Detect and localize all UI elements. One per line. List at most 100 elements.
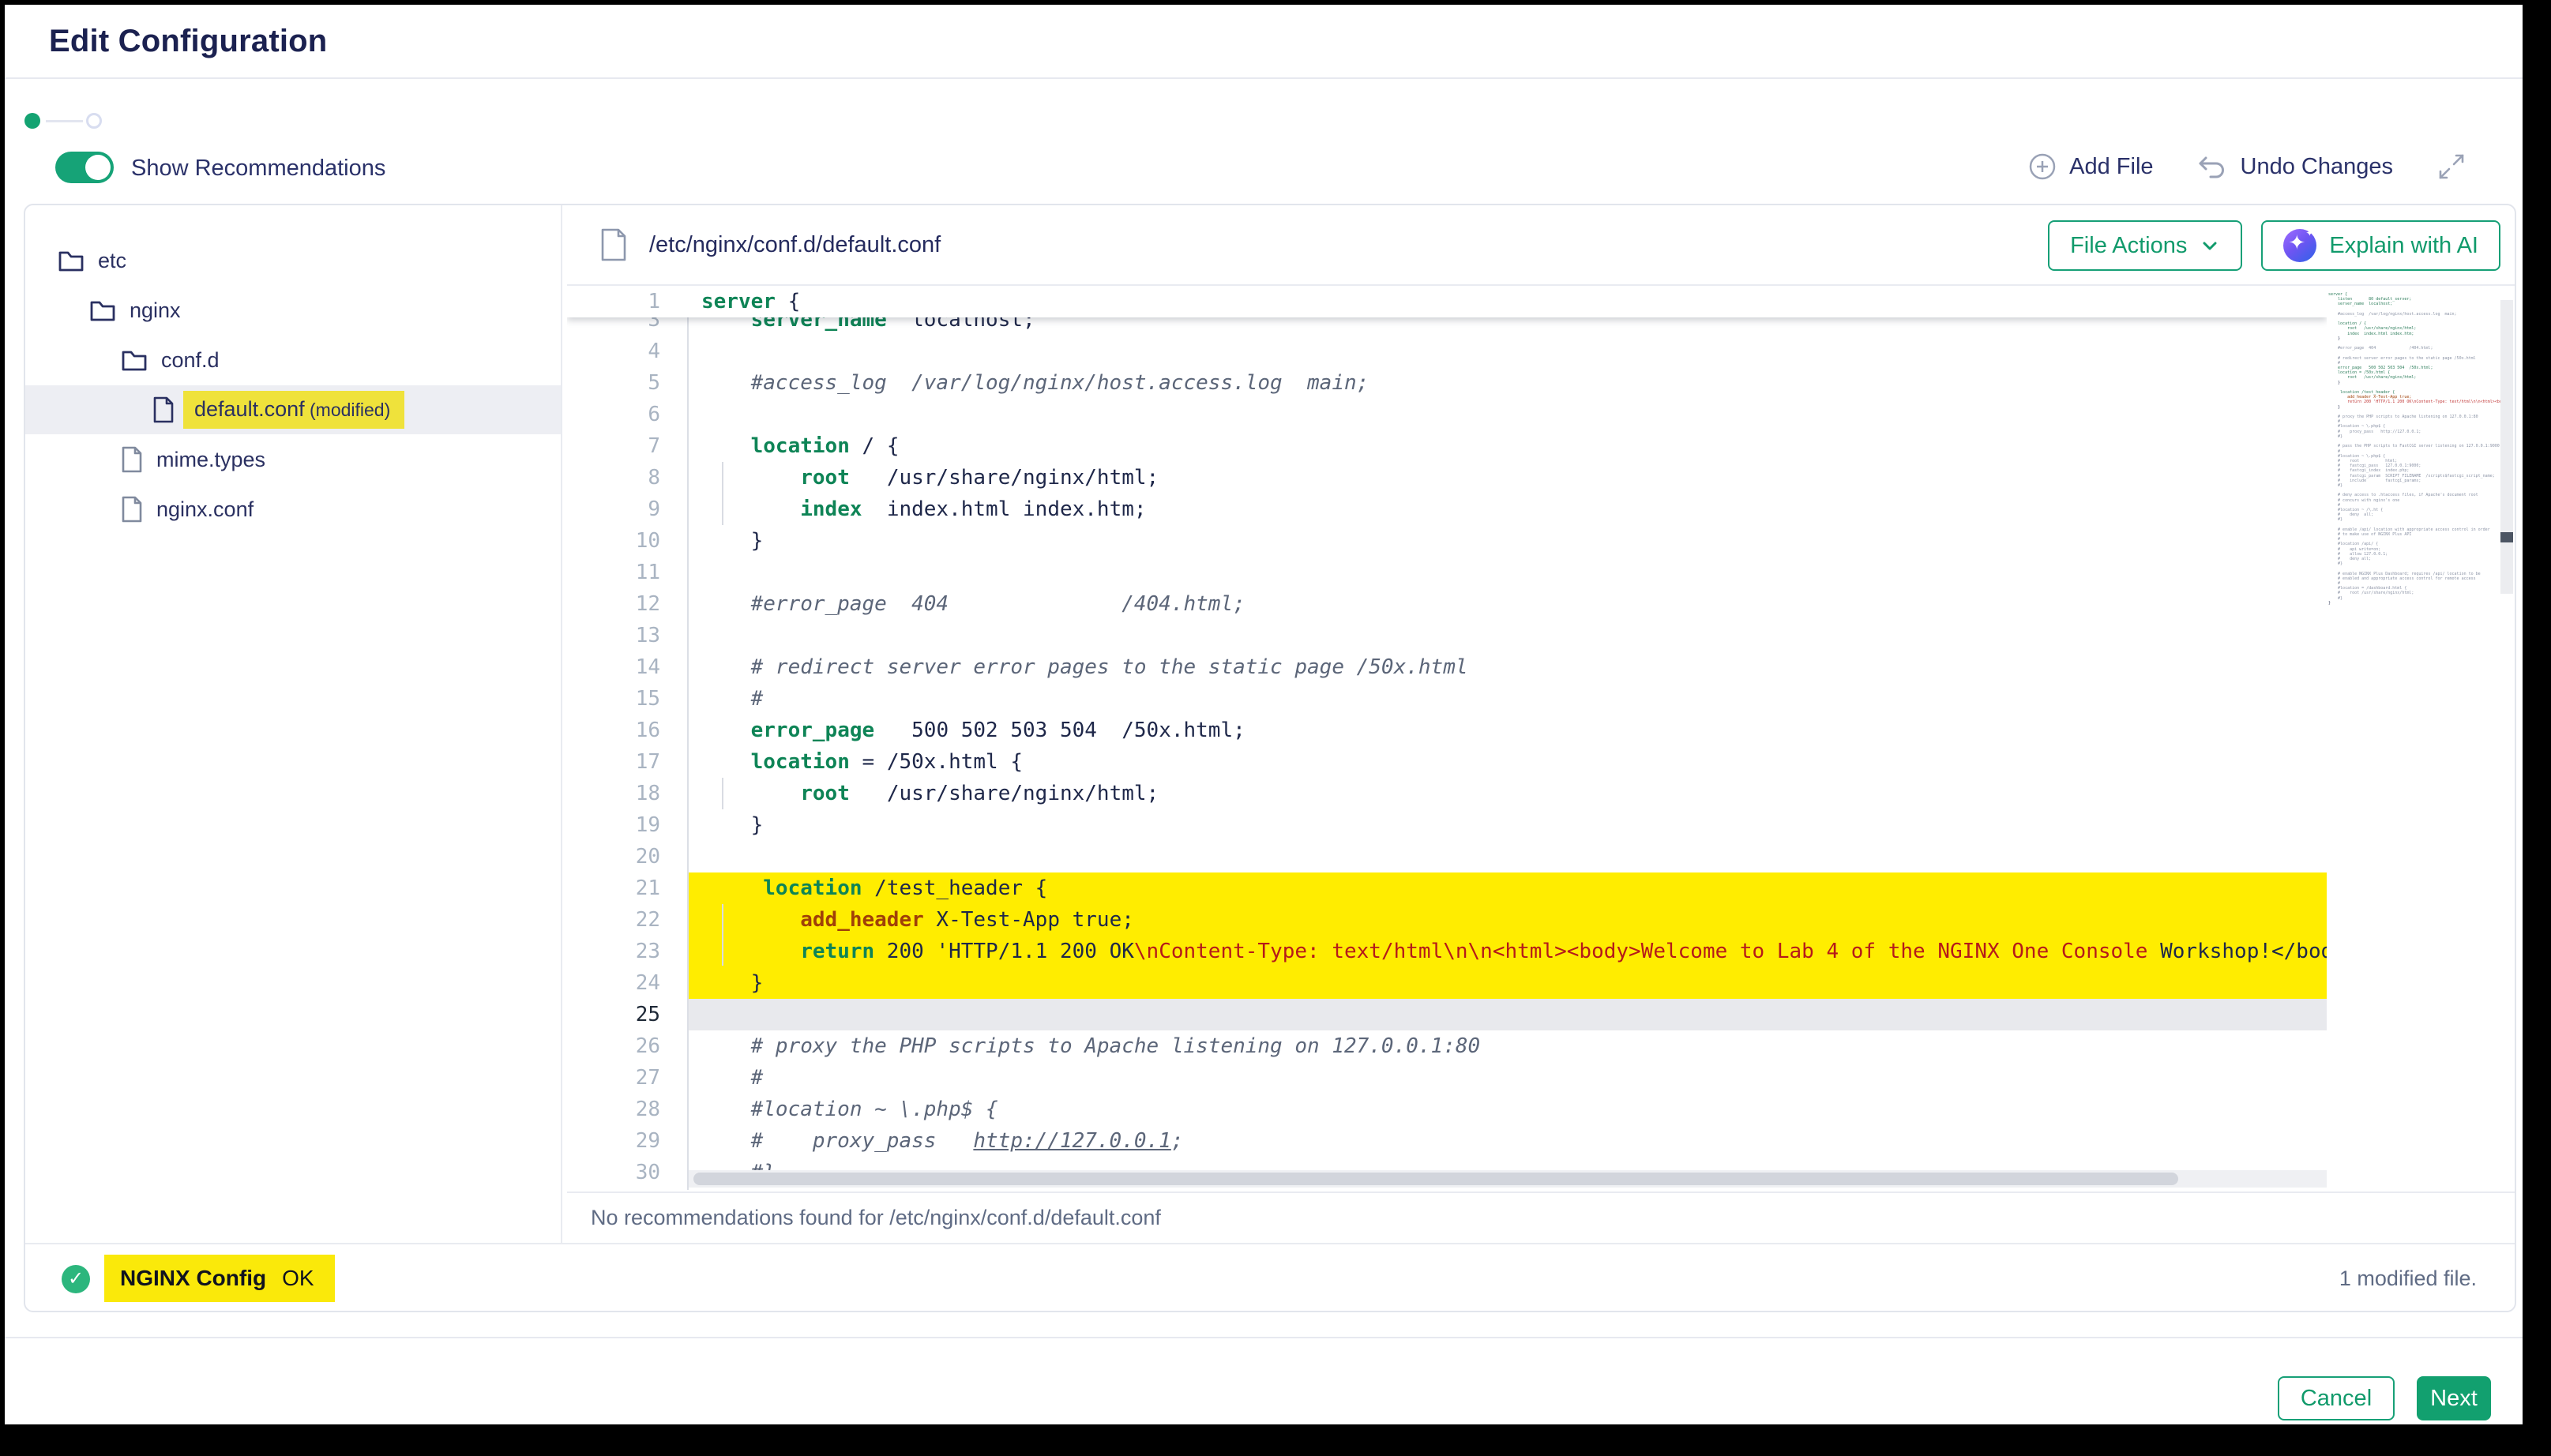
line-number: 5 [567, 367, 660, 399]
explain-with-ai-button[interactable]: Explain with AI [2261, 220, 2500, 271]
code-line[interactable]: 9 index index.html index.htm; [567, 493, 2327, 525]
code-text: root /usr/share/nginx/html; [701, 778, 1159, 809]
status-value: OK [282, 1266, 314, 1291]
file-path-text: /etc/nginx/conf.d/default.conf [649, 232, 941, 258]
file-path: /etc/nginx/conf.d/default.conf [599, 205, 941, 284]
file-actions-button[interactable]: File Actions [2048, 220, 2242, 271]
code-line[interactable]: 24 } [567, 967, 2327, 999]
line-number: 13 [567, 620, 660, 651]
code-text: } [701, 525, 763, 557]
stepper-step-1-active [24, 113, 40, 129]
scrollbar-change-marker [2500, 532, 2513, 542]
footer-actions: Cancel Next [2278, 1376, 2491, 1420]
horizontal-scrollbar-thumb[interactable] [693, 1173, 2178, 1185]
file-icon [152, 396, 175, 424]
tree-item-nginx[interactable]: nginx [25, 286, 561, 335]
toggle-knob [85, 155, 111, 180]
code-line[interactable]: 25 [567, 999, 2327, 1030]
ai-sparkle-icon [2283, 229, 2316, 262]
tree-item-mime.types[interactable]: mime.types [25, 435, 561, 484]
code-line[interactable]: 7 location / { [567, 430, 2327, 462]
line-number: 20 [567, 841, 660, 872]
code-text: } [701, 809, 763, 841]
code-line[interactable]: 26 # proxy the PHP scripts to Apache lis… [567, 1030, 2327, 1062]
tree-item-label: default.conf (modified) [183, 391, 404, 429]
line-number: 15 [567, 683, 660, 715]
recommendations-message: No recommendations found for /etc/nginx/… [591, 1206, 1161, 1230]
line-number: 23 [567, 936, 660, 967]
code-line[interactable]: 13 [567, 620, 2327, 651]
indent-guide [722, 904, 723, 966]
code-text: # redirect server error pages to the sta… [701, 651, 1468, 683]
code-line[interactable]: 5 #access_log /var/log/nginx/host.access… [567, 367, 2327, 399]
cancel-button[interactable]: Cancel [2278, 1376, 2395, 1420]
line-number: 14 [567, 651, 660, 683]
tree-item-default.conf[interactable]: default.conf (modified) [25, 385, 561, 434]
code-line[interactable]: 23 return 200 'HTTP/1.1 200 OK\nContent-… [567, 936, 2327, 967]
code-text: error_page 500 502 503 504 /50x.html; [701, 715, 1245, 746]
code-text: add_header X-Test-App true; [701, 904, 1134, 936]
code-line[interactable]: 18 root /usr/share/nginx/html; [567, 778, 2327, 809]
tree-item-label: nginx [130, 298, 181, 323]
line-number: 18 [567, 778, 660, 809]
folder-icon [120, 347, 148, 373]
code-line[interactable]: 16 error_page 500 502 503 504 /50x.html; [567, 715, 2327, 746]
code-line[interactable]: 19 } [567, 809, 2327, 841]
recommendations-bar: No recommendations found for /etc/nginx/… [567, 1191, 2515, 1243]
expand-button[interactable] [2436, 151, 2467, 182]
tree-item-etc[interactable]: etc [25, 236, 561, 285]
footer-divider [5, 1337, 2523, 1338]
code-line[interactable]: 29 # proxy_pass http://127.0.0.1; [567, 1125, 2327, 1157]
code-text: server { [701, 286, 800, 317]
highlight-current-line [689, 999, 2327, 1030]
code-line[interactable]: 20 [567, 841, 2327, 872]
code-text: location = /50x.html { [701, 746, 1023, 778]
highlight-yellow [689, 967, 2327, 999]
line-number: 9 [567, 493, 660, 525]
code-line[interactable]: 28 #location ~ \.php$ { [567, 1094, 2327, 1125]
code-editor[interactable]: 3 server_name localhost;45 #access_log /… [567, 286, 2327, 1190]
add-file-button[interactable]: Add File [2027, 151, 2153, 182]
edit-configuration-modal: Edit Configuration Show Recommendations … [5, 5, 2523, 1424]
code-line[interactable]: 21 location /test_header { [567, 872, 2327, 904]
stepper-step-2 [86, 113, 102, 129]
editor-minimap[interactable]: server { listen 80 default_server; serve… [2328, 292, 2500, 1188]
line-number: 11 [567, 557, 660, 588]
code-line[interactable]: 17 location = /50x.html { [567, 746, 2327, 778]
line-number: 28 [567, 1094, 660, 1125]
line-number: 6 [567, 399, 660, 430]
show-recommendations-toggle[interactable] [55, 152, 114, 183]
page-title: Edit Configuration [49, 24, 327, 59]
vertical-scrollbar-thumb[interactable] [2500, 300, 2513, 594]
code-line[interactable]: 27 # [567, 1062, 2327, 1094]
tree-item-label: conf.d [161, 348, 220, 373]
code-line[interactable]: 11 [567, 557, 2327, 588]
line-number: 29 [567, 1125, 660, 1157]
file-icon [599, 227, 629, 262]
tree-item-nginx.conf[interactable]: nginx.conf [25, 485, 561, 534]
code-line[interactable]: 15 # [567, 683, 2327, 715]
code-text: #access_log /var/log/nginx/host.access.l… [701, 367, 1369, 399]
code-line[interactable]: 6 [567, 399, 2327, 430]
line-number: 21 [567, 872, 660, 904]
line-number: 22 [567, 904, 660, 936]
show-recommendations-label: Show Recommendations [131, 156, 385, 182]
add-file-label: Add File [2069, 154, 2153, 180]
code-line[interactable]: 14 # redirect server error pages to the … [567, 651, 2327, 683]
code-line[interactable]: 22 add_header X-Test-App true; [567, 904, 2327, 936]
next-button[interactable]: Next [2417, 1376, 2491, 1420]
line-number: 16 [567, 715, 660, 746]
code-text: location /test_header { [701, 872, 1047, 904]
tree-item-conf.d[interactable]: conf.d [25, 336, 561, 385]
code-text: # proxy the PHP scripts to Apache listen… [701, 1030, 1480, 1062]
code-line[interactable]: 4 [567, 336, 2327, 367]
line-number: 10 [567, 525, 660, 557]
code-line[interactable]: 12 #error_page 404 /404.html; [567, 588, 2327, 620]
vertical-scrollbar-track[interactable] [2500, 292, 2513, 1188]
undo-changes-button[interactable]: Undo Changes [2196, 150, 2393, 183]
code-line-sticky[interactable]: 1server { [567, 286, 2327, 317]
line-number: 26 [567, 1030, 660, 1062]
code-text: # [701, 683, 763, 715]
code-line[interactable]: 10 } [567, 525, 2327, 557]
code-line[interactable]: 8 root /usr/share/nginx/html; [567, 462, 2327, 493]
